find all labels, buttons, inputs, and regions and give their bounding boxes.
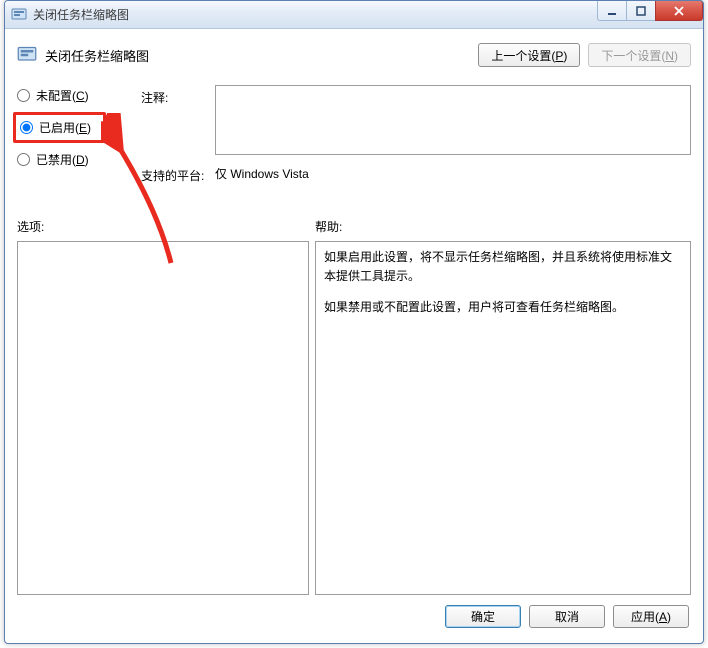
radio-disabled[interactable]: 已禁用(D) — [17, 151, 137, 168]
radio-enabled-input[interactable] — [20, 121, 33, 134]
maximize-button[interactable] — [626, 1, 656, 21]
options-label: 选项: — [17, 218, 315, 235]
help-label: 帮助: — [315, 218, 691, 235]
header-row: 关闭任务栏缩略图 上一个设置(P) 下一个设置(N) — [17, 39, 691, 71]
next-setting-button[interactable]: 下一个设置(N) — [588, 43, 691, 67]
cancel-button[interactable]: 取消 — [529, 605, 605, 628]
comment-input[interactable] — [215, 85, 691, 155]
ok-button[interactable]: 确定 — [445, 605, 521, 628]
supported-platforms-label: 支持的平台: — [141, 163, 211, 184]
minimize-button[interactable] — [597, 1, 627, 21]
policy-editor-window: 关闭任务栏缩略图 关闭任务栏缩略图 — [4, 0, 704, 644]
policy-config-icon — [11, 7, 27, 23]
policy-config-icon — [17, 45, 37, 65]
split-panes: 如果启用此设置，将不显示任务栏缩略图，并且系统将使用标准文本提供工具提示。 如果… — [17, 241, 691, 595]
client-area: 关闭任务栏缩略图 上一个设置(P) 下一个设置(N) 未配置(C) — [5, 29, 703, 643]
close-button[interactable] — [655, 1, 703, 21]
comment-label: 注释: — [141, 85, 211, 106]
radio-not-configured[interactable]: 未配置(C) — [17, 87, 137, 104]
previous-setting-button[interactable]: 上一个设置(P) — [478, 43, 580, 67]
help-paragraph: 如果禁用或不配置此设置，用户将可查看任务栏缩略图。 — [324, 298, 682, 317]
help-pane[interactable]: 如果启用此设置，将不显示任务栏缩略图，并且系统将使用标准文本提供工具提示。 如果… — [315, 241, 691, 595]
radio-disabled-input[interactable] — [17, 153, 30, 166]
page-title: 关闭任务栏缩略图 — [45, 46, 149, 65]
apply-button[interactable]: 应用(A) — [613, 605, 689, 628]
state-radio-group: 未配置(C) 已启用(E) 已禁用(D) — [17, 85, 137, 168]
window-title: 关闭任务栏缩略图 — [33, 6, 129, 23]
caption-buttons — [598, 1, 703, 21]
titlebar: 关闭任务栏缩略图 — [5, 1, 703, 29]
radio-enabled[interactable]: 已启用(E) — [20, 119, 91, 136]
radio-not-configured-input[interactable] — [17, 89, 30, 102]
annotation-highlight: 已启用(E) — [13, 112, 106, 143]
split-labels: 选项: 帮助: — [17, 218, 691, 235]
supported-platforms-value: 仅 Windows Vista — [215, 163, 691, 182]
settings-grid: 未配置(C) 已启用(E) 已禁用(D) — [17, 85, 691, 184]
dialog-button-bar: 确定 取消 应用(A) — [17, 595, 691, 633]
options-pane[interactable] — [17, 241, 309, 595]
help-paragraph: 如果启用此设置，将不显示任务栏缩略图，并且系统将使用标准文本提供工具提示。 — [324, 248, 682, 286]
